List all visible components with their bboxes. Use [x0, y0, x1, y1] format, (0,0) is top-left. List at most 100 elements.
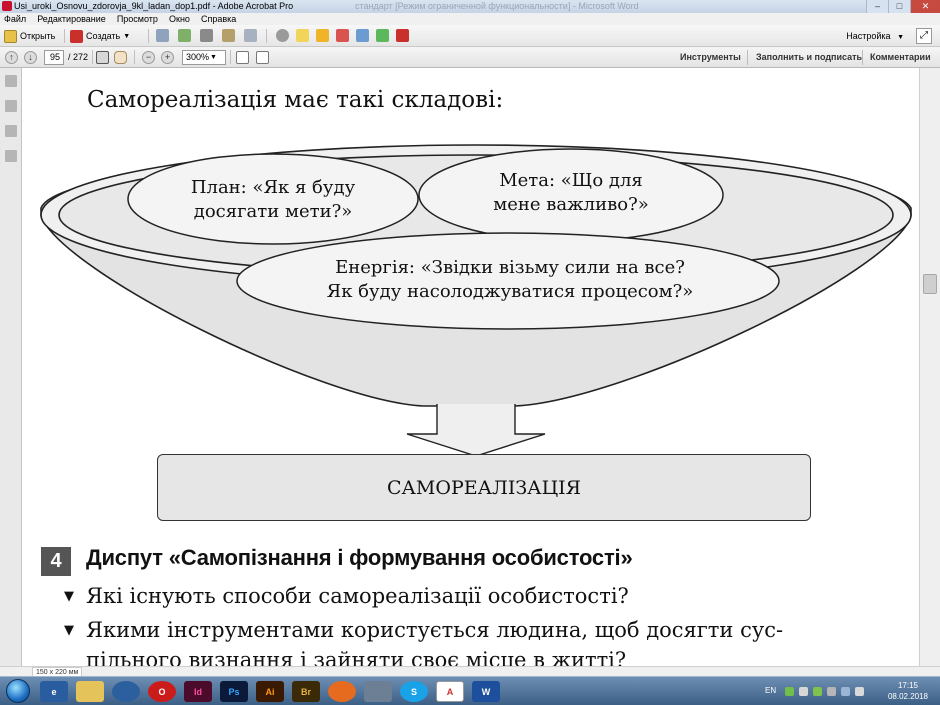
down-arrow [406, 404, 546, 457]
menu-window[interactable]: Окно [169, 14, 190, 24]
comments-link[interactable]: Комментарии [870, 47, 931, 68]
scrollbar-thumb[interactable] [923, 274, 937, 294]
background-window-title: стандарт [Режим ограниченной функциональ… [355, 1, 639, 11]
bookmarks-icon[interactable] [5, 100, 17, 112]
goal-line-2: мене важливо?» [493, 194, 649, 215]
fit-page-icon[interactable] [236, 51, 249, 64]
signatures-icon[interactable] [5, 150, 17, 162]
close-icon[interactable]: ✕ [910, 0, 940, 13]
export-icon[interactable] [356, 29, 369, 42]
highlight-icon[interactable] [316, 29, 329, 42]
settings-dropdown[interactable]: Настройка ▼ [846, 28, 904, 46]
vertical-scrollbar[interactable] [919, 68, 940, 666]
stamp-icon[interactable] [336, 29, 349, 42]
expand-icon[interactable]: ⤢ [916, 28, 932, 44]
menu-help[interactable]: Справка [201, 14, 236, 24]
acrobat-app-icon [2, 1, 12, 11]
result-box: САМОРЕАЛІЗАЦІЯ [157, 454, 811, 521]
windows-taskbar: e O Id Ps Ai Br S A W EN 17:15 08.02.201… [0, 676, 940, 705]
tray-app-icon[interactable] [813, 687, 822, 696]
email-icon[interactable] [244, 29, 257, 42]
question-1: ▼ Які існують способи самореалізації особ… [64, 584, 629, 608]
navigation-toolbar: ↑ ↓ 95 / 272 − + 300% ▼ Инструменты Запо… [0, 47, 940, 68]
language-indicator[interactable]: EN [765, 686, 776, 695]
open-label: Открыть [20, 31, 56, 41]
toolbar-divider [64, 29, 65, 43]
page-thumbnails-icon[interactable] [5, 75, 17, 87]
tray-app-icon[interactable] [785, 687, 794, 696]
create-button[interactable]: Создать ▼ [70, 28, 130, 44]
tools-link[interactable]: Инструменты [680, 47, 741, 68]
bullet-triangle-icon: ▼ [64, 623, 74, 638]
toolbar-divider [92, 50, 93, 64]
plan-line-1: План: «Як я буду [190, 177, 356, 198]
document-view: Самореалізація має такі складові: План: … [23, 68, 919, 666]
goal-line-1: Мета: «Що для [499, 170, 643, 191]
illustrator-icon[interactable]: Ai [256, 681, 284, 702]
create-pdf-icon [70, 29, 83, 43]
toolbar-divider [230, 50, 231, 64]
save-icon[interactable] [156, 29, 169, 42]
photoshop-icon[interactable]: Ps [220, 681, 248, 702]
left-navigation-panel [0, 68, 22, 666]
word-icon[interactable]: W [472, 681, 500, 702]
attachments-icon[interactable] [5, 125, 17, 137]
section-number-badge: 4 [41, 547, 71, 576]
zoom-in-icon[interactable]: + [161, 51, 174, 64]
print-icon[interactable] [200, 29, 213, 42]
fill-sign-link[interactable]: Заполнить и подписать [756, 47, 862, 68]
minimize-icon[interactable]: – [866, 0, 888, 13]
fit-width-icon[interactable] [256, 51, 269, 64]
page-number-input[interactable]: 95 [44, 50, 64, 65]
clock-date: 08.02.2018 [887, 692, 928, 701]
self-realization-diagram [40, 144, 912, 457]
edit-document-icon[interactable] [222, 29, 235, 42]
zoom-out-icon[interactable]: − [142, 51, 155, 64]
start-button-icon[interactable] [6, 679, 30, 703]
volume-icon[interactable] [855, 687, 864, 696]
menu-edit[interactable]: Редактирование [37, 14, 106, 24]
window-title: Usi_uroki_Osnovu_zdorovja_9kl_ladan_dop1… [14, 1, 294, 11]
chevron-down-icon[interactable]: ▼ [210, 51, 217, 64]
energy-line-2: Як буду насолоджуватися процесом?» [326, 281, 694, 302]
combine-icon[interactable] [376, 29, 389, 42]
system-tray: EN 17:15 08.02.2018 [765, 677, 940, 705]
clock[interactable]: 17:15 08.02.2018 [888, 680, 928, 702]
media-player-icon[interactable] [112, 681, 140, 702]
program-window-icon[interactable] [364, 681, 392, 702]
maximize-icon[interactable]: □ [888, 0, 910, 13]
opera-icon[interactable]: O [148, 681, 176, 702]
bridge-icon[interactable]: Br [292, 681, 320, 702]
gear-icon[interactable] [276, 29, 289, 42]
zoom-input[interactable]: 300% [182, 50, 226, 65]
chevron-down-icon: ▼ [123, 32, 131, 40]
internet-explorer-icon[interactable]: e [40, 681, 68, 702]
tray-app-icon[interactable] [827, 687, 836, 696]
question-1-text: Які існують способи самореалізації особи… [86, 584, 629, 608]
menu-view[interactable]: Просмотр [117, 14, 158, 24]
tray-app-icon[interactable] [799, 687, 808, 696]
previous-page-icon[interactable]: ↑ [5, 51, 18, 64]
hand-tool-icon[interactable] [114, 51, 127, 64]
sign-icon[interactable] [396, 29, 409, 42]
comment-icon[interactable] [296, 29, 309, 42]
open-button[interactable]: Открыть [4, 28, 55, 44]
acrobat-taskbar-icon[interactable]: A [436, 681, 464, 702]
title-bar: Usi_uroki_Osnovu_zdorovja_9kl_ladan_dop1… [0, 0, 940, 13]
toolbar-divider [266, 29, 267, 43]
network-icon[interactable] [841, 687, 850, 696]
section-title: Диспут «Самопізнання і формування особис… [86, 545, 633, 570]
indesign-icon[interactable]: Id [184, 681, 212, 702]
plan-text: План: «Як я буду досягати мети?» [155, 176, 391, 224]
toolbar-divider [747, 50, 748, 65]
skype-icon[interactable]: S [400, 681, 428, 702]
file-explorer-icon[interactable] [76, 681, 104, 702]
next-page-icon[interactable]: ↓ [24, 51, 37, 64]
page-total: / 272 [68, 52, 89, 62]
question-2-line-2: пільного визнання і зайняти своє місце в… [86, 648, 627, 666]
status-bar: 150 x 220 мм [0, 666, 940, 679]
menu-file[interactable]: Файл [4, 14, 26, 24]
firefox-icon[interactable] [328, 681, 356, 702]
upload-icon[interactable] [178, 29, 191, 42]
select-cursor-icon[interactable] [96, 51, 109, 64]
